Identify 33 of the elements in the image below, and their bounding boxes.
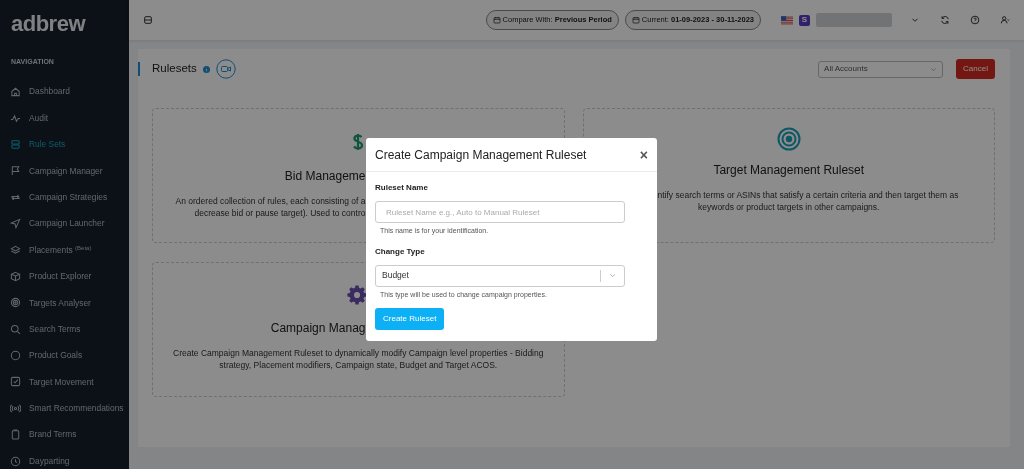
- field-label: Ruleset Name: [375, 182, 429, 194]
- sidebar-item[interactable]: Product Explorer: [0, 263, 129, 290]
- close-button[interactable]: ×: [639, 147, 648, 162]
- sidebar-item[interactable]: Targets Analyser: [0, 289, 129, 316]
- cancel-button[interactable]: Cancel: [956, 59, 995, 79]
- sidebar-item[interactable]: Search Terms: [0, 316, 129, 343]
- card-description: Create Campaign Management Ruleset to dynamically modify Campaign level properties - Bidding strategy, Placement modifiers, Campaign state, Budget and Target ACOS.: [172, 347, 545, 371]
- card-title: Target Management Ruleset: [713, 162, 865, 179]
- sidebar-item[interactable]: Smart Recommendations: [0, 395, 129, 422]
- card-title: Campaign Manag: [270, 320, 366, 337]
- sidebar-item[interactable]: Dashboard: [0, 78, 129, 105]
- field-label: Change Type: [375, 245, 426, 258]
- sidebar-item[interactable]: Product Goals: [0, 342, 129, 369]
- sidebar-item[interactable]: Brand Terms: [0, 421, 129, 448]
- sidebar-item[interactable]: Dayparting: [0, 447, 129, 469]
- sidebar-item[interactable]: Placements $^{(Beta)}$: [0, 236, 129, 264]
- sidebar-item[interactable]: Rule Sets: [0, 131, 129, 158]
- account-badge: S: [799, 14, 810, 26]
- card-description: An ordered collection of rules, each consisting of a decrease bid or pause target). Used to contro: [175, 195, 366, 219]
- account-select[interactable]: All Accounts: [818, 60, 944, 78]
- sidebar-item[interactable]: Campaign Launcher: [0, 210, 129, 237]
- card-description-line: keywords or product targets in other campaigns.: [698, 201, 880, 213]
- create-ruleset-button[interactable]: Create Ruleset: [375, 308, 445, 330]
- card-title: Bid Manageme: [284, 168, 366, 185]
- logo: adbrew: [10, 12, 86, 36]
- select-field[interactable]: Budget: [375, 264, 625, 287]
- sidebar-item[interactable]: Audit: [0, 104, 129, 132]
- input-field[interactable]: Ruleset Name e.g., Auto to Manual Ruleset: [375, 201, 625, 223]
- sidebar-item[interactable]: Target Movement: [0, 368, 129, 396]
- card-description-line: ntify search terms or ASINs that satisfy a certain criteria and then target them as: [657, 189, 959, 201]
- sidebar-item[interactable]: Campaign Manager: [0, 157, 129, 185]
- sidebar-item[interactable]: Campaign Strategies: [0, 184, 129, 211]
- page-title: Rulesets: [152, 61, 197, 77]
